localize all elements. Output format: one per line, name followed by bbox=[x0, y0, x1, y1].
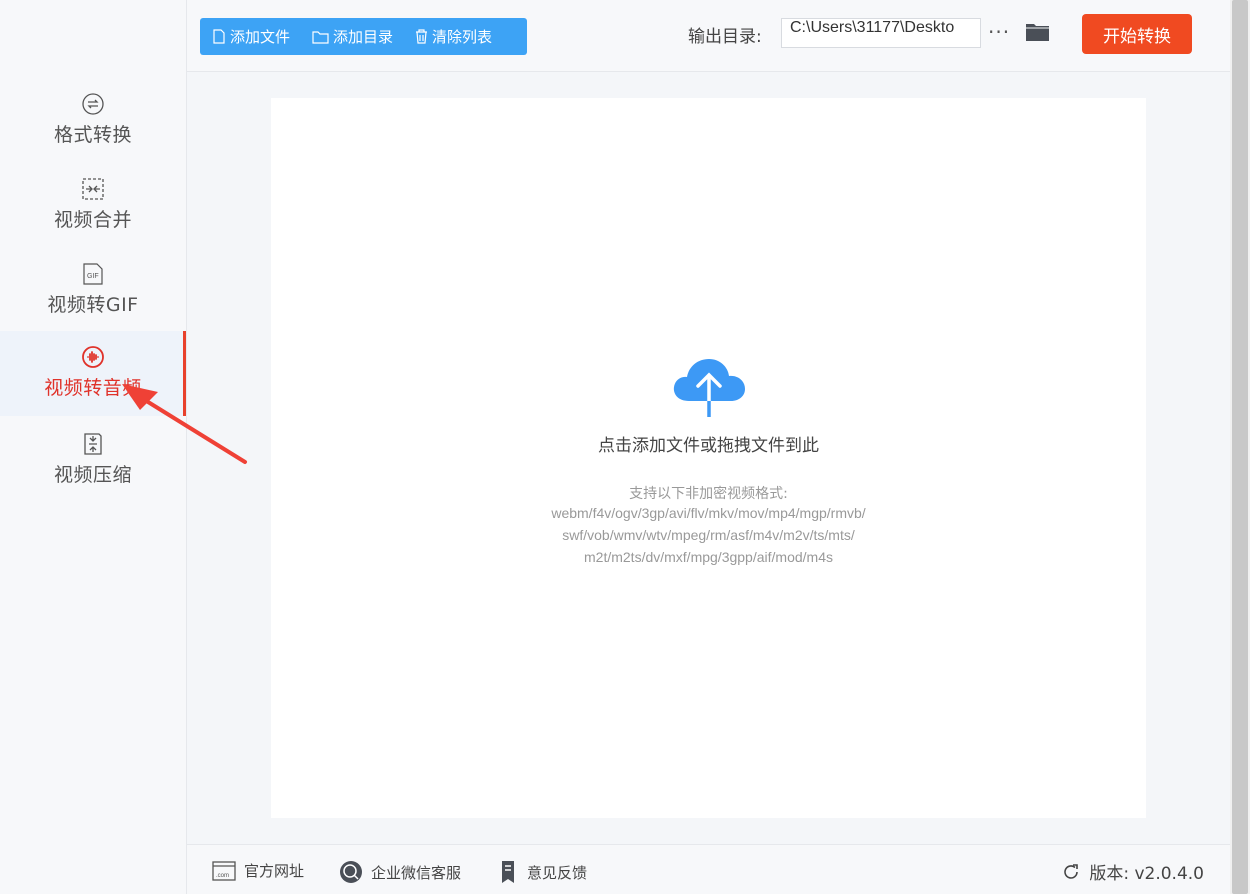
add-file-button[interactable]: 添加文件 bbox=[212, 26, 290, 47]
compress-icon bbox=[81, 432, 105, 456]
file-icon bbox=[213, 29, 225, 44]
sidebar-item-label: 格式转换 bbox=[53, 124, 132, 146]
footer: .com 官方网址 企业微信客服 意见反馈 版本: v2.0.4.0 bbox=[187, 844, 1230, 894]
version-info: 版本: v2.0.4.0 bbox=[1061, 859, 1204, 884]
more-button[interactable]: ··· bbox=[988, 20, 1010, 44]
sidebar-item-label: 视频转GIF bbox=[47, 294, 139, 316]
feedback-label: 意见反馈 bbox=[527, 863, 588, 882]
version-label: 版本: v2.0.4.0 bbox=[1089, 864, 1204, 884]
sidebar-item-label: 视频合并 bbox=[53, 209, 132, 231]
clear-list-label: 清除列表 bbox=[432, 28, 493, 46]
output-dir-label: 输出目录: bbox=[688, 27, 762, 47]
merge-icon bbox=[81, 177, 105, 201]
official-website-link[interactable]: .com 官方网址 bbox=[212, 860, 304, 881]
formats-line: swf/vob/wmv/wtv/mpeg/rm/asf/m4v/m2v/ts/m… bbox=[562, 527, 855, 543]
file-drop-zone[interactable]: 点击添加文件或拖拽文件到此 支持以下非加密视频格式: webm/f4v/ogv/… bbox=[271, 98, 1146, 818]
formats-line: webm/f4v/ogv/3gp/avi/flv/mkv/mov/mp4/mgp… bbox=[551, 505, 866, 521]
main-area: 点击添加文件或拖拽文件到此 支持以下非加密视频格式: webm/f4v/ogv/… bbox=[187, 72, 1230, 844]
svg-text:.com: .com bbox=[216, 873, 229, 879]
sidebar-item-format-convert[interactable]: 格式转换 bbox=[0, 82, 186, 167]
drop-title: 点击添加文件或拖拽文件到此 bbox=[598, 436, 819, 456]
website-icon: .com bbox=[212, 860, 236, 881]
wechat-support-link[interactable]: 企业微信客服 bbox=[339, 860, 461, 884]
add-folder-label: 添加目录 bbox=[333, 28, 394, 46]
scrollbar-thumb[interactable] bbox=[1232, 0, 1248, 894]
annotation-arrow bbox=[122, 384, 247, 464]
add-file-label: 添加文件 bbox=[230, 28, 291, 46]
add-folder-button[interactable]: 添加目录 bbox=[312, 26, 393, 47]
feedback-link[interactable]: 意见反馈 bbox=[499, 860, 587, 884]
top-toolbar: 添加文件 添加目录 清除列表 输出目录: C:\Users\31177\Desk… bbox=[187, 0, 1230, 72]
convert-icon bbox=[81, 92, 105, 116]
open-folder-icon[interactable] bbox=[1025, 21, 1051, 47]
cloud-upload-icon bbox=[673, 359, 745, 419]
formats-line: m2t/m2ts/dv/mxf/mpg/3gpp/aif/mod/m4s bbox=[584, 549, 833, 565]
gif-icon: GIF bbox=[81, 262, 105, 286]
sidebar-item-video-gif[interactable]: GIF 视频转GIF bbox=[0, 252, 186, 337]
trash-icon bbox=[416, 29, 428, 44]
refresh-icon bbox=[1064, 863, 1079, 879]
chat-icon bbox=[340, 861, 362, 883]
feedback-icon bbox=[502, 861, 514, 883]
output-path-field[interactable]: C:\Users\31177\Deskto bbox=[781, 18, 981, 48]
formats-title: 支持以下非加密视频格式: bbox=[629, 486, 788, 502]
clear-list-button[interactable]: 清除列表 bbox=[415, 26, 492, 47]
start-convert-button[interactable]: 开始转换 bbox=[1082, 14, 1192, 54]
folder-outline-icon bbox=[312, 30, 329, 44]
audio-wave-icon bbox=[81, 345, 105, 369]
wechat-label: 企业微信客服 bbox=[371, 863, 462, 882]
website-label: 官方网址 bbox=[244, 862, 305, 880]
svg-text:GIF: GIF bbox=[87, 273, 99, 280]
sidebar-item-video-merge[interactable]: 视频合并 bbox=[0, 167, 186, 252]
file-toolbar: 添加文件 添加目录 清除列表 bbox=[200, 18, 527, 55]
